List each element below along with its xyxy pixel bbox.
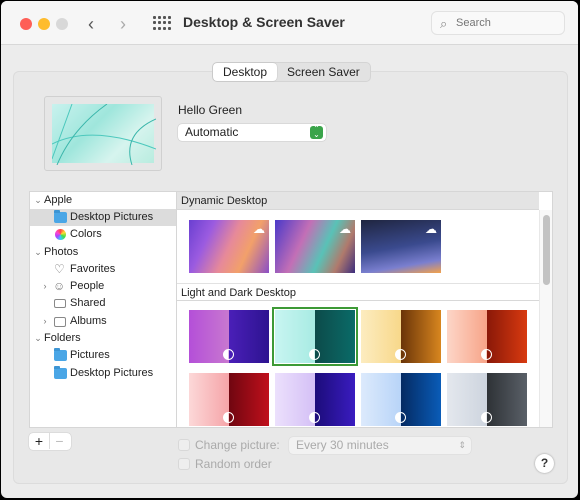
cloud-download-icon: ☁	[339, 222, 351, 236]
sidebar-item-albums[interactable]: › Albums	[30, 313, 176, 330]
wallpaper-thumb-monterey-graphic[interactable]: ☁	[189, 220, 269, 273]
title-bar: ‹ › Desktop & Screen Saver ⌕	[1, 1, 578, 45]
wallpaper-thumb-hello-silver[interactable]	[447, 373, 527, 426]
wallpaper-thumb-hello-purple[interactable]	[275, 373, 355, 426]
source-list: ⌄ Apple Desktop Pictures Colors ⌄ Photos ♡…	[29, 191, 177, 428]
chevron-right-icon[interactable]: ›	[40, 278, 50, 295]
light-dark-icon	[481, 349, 492, 360]
add-remove-control: + −	[29, 433, 71, 450]
sidebar-item-desktop-pictures[interactable]: Desktop Pictures	[30, 209, 176, 226]
wallpaper-thumb-dusk[interactable]: ☁	[361, 220, 441, 273]
zoom-button[interactable]	[56, 18, 68, 30]
search-input[interactable]	[456, 15, 556, 31]
wallpaper-grid: Dynamic Desktop ☁ ☁ ☁ Light and Dark Des…	[177, 191, 553, 428]
wallpaper-preview	[44, 96, 162, 171]
sidebar-item-pictures[interactable]: Pictures	[30, 347, 176, 364]
tab-bar: Desktop Screen Saver	[212, 62, 371, 82]
light-dark-icon	[481, 412, 492, 423]
popup-arrows-icon: ⌃ ⌄	[310, 125, 323, 139]
color-wheel-icon	[55, 229, 66, 240]
wallpaper-thumb-hello-orange[interactable]	[447, 310, 527, 363]
show-all-grid-icon[interactable]	[153, 16, 171, 30]
vertical-scrollbar[interactable]	[539, 210, 552, 427]
change-picture-checkbox[interactable]	[178, 439, 190, 451]
change-interval-popup[interactable]: Every 30 minutes ⇕	[289, 437, 471, 454]
appearance-mode-popup[interactable]: Automatic ⌃ ⌄	[178, 124, 326, 141]
chevron-down-icon: ⌄	[34, 333, 42, 343]
sidebar-group-apple[interactable]: ⌄ Apple	[30, 192, 176, 209]
change-picture-label: Change picture:	[195, 438, 280, 452]
sidebar-item-shared[interactable]: Shared	[30, 295, 176, 312]
wallpaper-thumb-hello-green[interactable]	[272, 307, 358, 366]
light-dark-icon	[395, 412, 406, 423]
wallpaper-name: Hello Green	[178, 103, 243, 117]
sidebar-item-folder-desktop-pictures[interactable]: Desktop Pictures	[30, 365, 176, 382]
light-dark-icon	[395, 349, 406, 360]
random-order-label: Random order	[195, 457, 272, 471]
chevron-right-icon[interactable]: ›	[40, 313, 50, 330]
sidebar-item-colors[interactable]: Colors	[30, 226, 176, 243]
light-dark-icon	[309, 412, 320, 423]
scrollbar-thumb[interactable]	[543, 215, 550, 285]
album-icon	[54, 317, 66, 327]
wallpaper-thumb-hello-red[interactable]	[189, 373, 269, 426]
close-button[interactable]	[20, 18, 32, 30]
folder-icon	[54, 210, 67, 223]
tab-screen-saver[interactable]: Screen Saver	[277, 63, 370, 81]
remove-folder-button[interactable]: −	[49, 433, 69, 449]
person-icon: ☺	[53, 279, 66, 293]
heart-icon: ♡	[54, 262, 65, 276]
chevron-down-icon: ⌄	[34, 247, 42, 257]
chevron-down-icon: ⌄	[34, 195, 42, 205]
back-button[interactable]: ‹	[88, 14, 94, 35]
add-folder-button[interactable]: +	[29, 433, 49, 449]
cloud-download-icon: ☁	[253, 222, 265, 236]
section-header: Light and Dark Desktop	[177, 283, 539, 301]
search-field[interactable]: ⌕	[431, 11, 565, 35]
sidebar-item-people[interactable]: › ☺ People	[30, 278, 176, 295]
window-title: Desktop & Screen Saver	[183, 14, 345, 30]
wallpaper-thumb-hello-blue[interactable]	[361, 373, 441, 426]
light-dark-icon	[309, 349, 320, 360]
light-dark-icon	[223, 412, 234, 423]
cloud-download-icon: ☁	[425, 222, 437, 236]
section-header: Dynamic Desktop	[177, 192, 539, 210]
tab-desktop[interactable]: Desktop	[213, 63, 278, 81]
popup-arrows-icon: ⇕	[458, 440, 466, 450]
folder-icon	[54, 348, 67, 361]
change-interval-value: Every 30 minutes	[296, 438, 389, 452]
forward-button[interactable]: ›	[120, 14, 126, 35]
folder-icon	[54, 366, 67, 379]
appearance-mode-value: Automatic	[185, 125, 239, 139]
shared-icon	[54, 299, 66, 308]
search-icon: ⌕	[440, 16, 448, 31]
light-dark-icon	[223, 349, 234, 360]
wallpaper-thumb-monterey-purple[interactable]	[189, 310, 269, 363]
help-button[interactable]: ?	[535, 454, 554, 473]
wallpaper-thumb-hello-yellow[interactable]	[361, 310, 441, 363]
random-order-checkbox[interactable]	[178, 458, 190, 470]
wallpaper-thumb-big-sur[interactable]: ☁	[275, 220, 355, 273]
sidebar-group-folders[interactable]: ⌄ Folders	[30, 330, 176, 347]
sidebar-item-favorites[interactable]: ♡ Favorites	[30, 261, 176, 278]
minimize-button[interactable]	[38, 18, 50, 30]
window: ‹ › Desktop & Screen Saver ⌕ Desktop Scr…	[1, 1, 578, 498]
sidebar-group-photos[interactable]: ⌄ Photos	[30, 244, 176, 261]
